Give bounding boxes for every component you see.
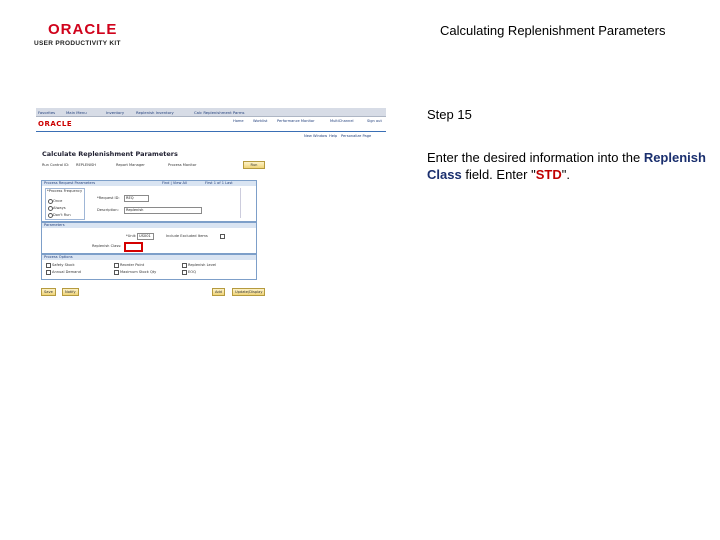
- report-manager-link[interactable]: Report Manager: [116, 163, 145, 167]
- add-button[interactable]: Add: [212, 288, 225, 296]
- link-home[interactable]: Home: [233, 119, 244, 123]
- request-parameters-title: Process Request Parameters: [44, 181, 96, 185]
- unit-label: *Unit:: [126, 234, 137, 238]
- save-button[interactable]: Save: [41, 288, 56, 296]
- description-label: Description:: [97, 208, 119, 212]
- frequency-once-label: Once: [53, 199, 63, 203]
- menu-item-replenish-inventory[interactable]: Replenish Inventory: [136, 110, 174, 115]
- include-excluded-label: Include Excluded Items: [166, 234, 208, 238]
- update-display-button[interactable]: Update/Display: [232, 288, 266, 296]
- link-sign-out[interactable]: Sign out: [367, 119, 382, 123]
- parameters-box: Parameters *Unit: US001 Include Excluded…: [41, 222, 257, 254]
- row-actions: [240, 188, 253, 218]
- request-parameters-box: Process Request Parameters Find | View A…: [41, 180, 257, 222]
- logo-product: USER PRODUCTIVITY KIT: [34, 40, 121, 47]
- include-excluded-checkbox[interactable]: [220, 234, 225, 239]
- application-screenshot: Favorites Main Menu Inventory Replenish …: [36, 108, 386, 298]
- menu-bar: Favorites Main Menu Inventory Replenish …: [36, 108, 386, 117]
- option-replenish-level-checkbox[interactable]: [182, 263, 187, 268]
- request-id-field[interactable]: REQ: [124, 195, 149, 202]
- request-pager[interactable]: First 1 of 1 Last: [205, 181, 233, 186]
- unit-field[interactable]: US001: [137, 233, 154, 240]
- option-reorder-point-label: Reorder Point: [120, 263, 145, 267]
- request-id-label: *Request ID:: [97, 196, 120, 200]
- menu-item-calc-parms[interactable]: Calc Replenishment Parms: [194, 110, 245, 115]
- process-options-box: Process Options Safety Stock Reorder Poi…: [41, 254, 257, 280]
- option-maximum-stock-label: Maximum Stock Qty: [120, 270, 157, 274]
- option-safety-stock-label: Safety Stock: [52, 263, 75, 267]
- link-performance-monitor[interactable]: Performance Monitor: [277, 119, 315, 123]
- link-help[interactable]: Help: [329, 134, 337, 138]
- link-worklist[interactable]: Worklist: [253, 119, 267, 123]
- run-button[interactable]: Run: [243, 161, 265, 169]
- process-options-header: Process Options: [42, 255, 256, 260]
- option-annual-demand-checkbox[interactable]: [46, 270, 51, 275]
- frequency-dont-run-label: Don't Run: [53, 213, 71, 217]
- option-eoq-label: EOQ: [188, 270, 196, 274]
- link-new-window[interactable]: New Window: [304, 134, 327, 138]
- request-parameters-header: Process Request Parameters Find | View A…: [42, 181, 256, 186]
- menu-item-main-menu[interactable]: Main Menu: [66, 110, 87, 115]
- instruction-value: STD: [535, 167, 562, 182]
- instruction-middle: field. Enter ": [465, 167, 536, 182]
- logo-brand: ORACLE: [48, 21, 118, 38]
- page-title: Calculating Replenishment Parameters: [440, 23, 666, 38]
- run-control-value: REPLENISH: [76, 163, 96, 167]
- menu-item-favorites[interactable]: Favorites: [38, 110, 55, 115]
- instruction-lead: Enter the desired information into the: [427, 150, 641, 165]
- oracle-upk-logo: ORACLE USER PRODUCTIVITY KIT: [34, 22, 154, 47]
- process-monitor-link[interactable]: Process Monitor: [168, 163, 196, 167]
- option-replenish-level-label: Replenish Level: [188, 263, 217, 267]
- instruction-text: Enter the desired information into the R…: [427, 149, 712, 183]
- notify-button[interactable]: Notify: [62, 288, 79, 296]
- parameters-header: Parameters: [42, 223, 256, 228]
- frequency-label: *Process Frequency: [47, 189, 83, 193]
- option-safety-stock-checkbox[interactable]: [46, 263, 51, 268]
- menu-item-inventory[interactable]: Inventory: [106, 110, 124, 115]
- link-multichannel[interactable]: MultiChannel: [330, 119, 354, 123]
- frequency-group: *Process Frequency Once Always Don't Run: [45, 188, 85, 220]
- replenish-class-field[interactable]: [124, 242, 143, 252]
- run-control-label: Run Control ID:: [42, 163, 70, 167]
- request-find-view-all[interactable]: Find | View All: [162, 181, 187, 186]
- link-personalize-page[interactable]: Personalize Page: [341, 134, 371, 138]
- option-reorder-point-checkbox[interactable]: [114, 263, 119, 268]
- option-annual-demand-label: Annual Demand: [52, 270, 81, 274]
- description-field[interactable]: Replenish: [124, 207, 202, 214]
- option-maximum-stock-checkbox[interactable]: [114, 270, 119, 275]
- option-eoq-checkbox[interactable]: [182, 270, 187, 275]
- instruction-tail: ".: [561, 167, 570, 182]
- app-page-title: Calculate Replenishment Parameters: [42, 150, 178, 158]
- step-number: Step 15: [427, 107, 472, 122]
- replenish-class-label: Replenish Class:: [92, 244, 122, 248]
- frequency-always-label: Always: [53, 206, 66, 210]
